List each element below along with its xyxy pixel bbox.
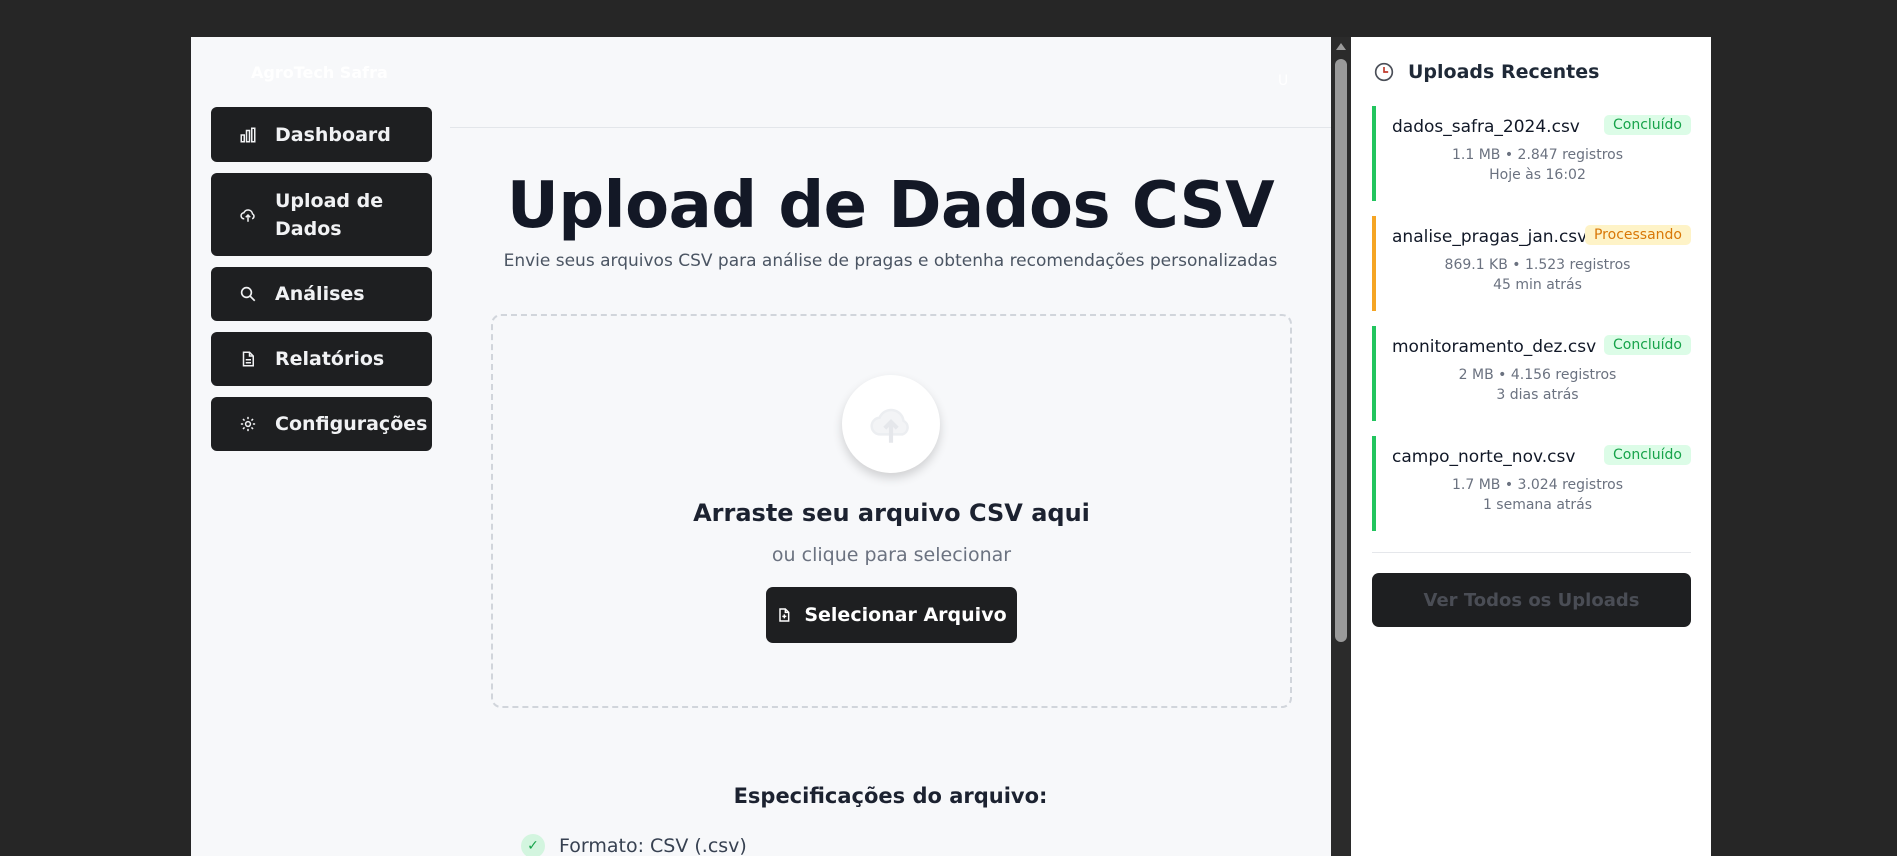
specs-title: Especificações do arquivo: (733, 784, 1048, 808)
header-divider (450, 127, 1331, 128)
upload-time: 45 min atrás (1493, 277, 1582, 293)
sidebar-item-analises[interactable]: Análises (211, 267, 432, 321)
upload-filename: analise_pragas_jan.csv (1392, 227, 1588, 247)
scroll-up-arrow-icon[interactable] (1336, 43, 1346, 50)
upload-filename: campo_norte_nov.csv (1392, 447, 1576, 467)
upload-size-records: 1.7 MB • 3.024 registros (1451, 477, 1623, 493)
upload-meta: 1.1 MB • 2.847 registros Hoje às 16:02 (1380, 145, 1695, 185)
sidebar-item-dashboard[interactable]: Dashboard (211, 107, 432, 162)
upload-time: Hoje às 16:02 (1489, 167, 1586, 183)
upload-meta: 2 MB • 4.156 registros 3 dias atrás (1380, 365, 1695, 405)
bar-chart-icon (237, 124, 259, 146)
spec-item-text: Formato: CSV (.csv) (559, 835, 747, 856)
upload-item[interactable]: analise_pragas_jan.csv Processando 869.1… (1372, 216, 1691, 311)
page-subtitle: Envie seus arquivos CSV para análise de … (503, 251, 1278, 271)
upload-item[interactable]: dados_safra_2024.csv Concluído 1.1 MB • … (1372, 106, 1691, 201)
spec-item: ✓ Formato: CSV (.csv) (521, 834, 747, 856)
upload-size-records: 2 MB • 4.156 registros (1458, 367, 1617, 383)
sidebar-nav: Dashboard Upload de Dados Análises Relat… (211, 107, 432, 462)
sidebar-item-configuracoes[interactable]: Configurações (211, 397, 432, 451)
sidebar-item-label: Upload de Dados (275, 189, 384, 240)
app-window: AgroTech Safra U Dashboard Upload de Dad… (191, 37, 1331, 856)
sidebar-item-relatorios[interactable]: Relatórios (211, 332, 432, 386)
sidebar-item-label: Configurações (275, 413, 428, 435)
sidebar-item-label: Análises (275, 283, 365, 305)
upload-meta: 869.1 KB • 1.523 registros 45 min atrás (1380, 255, 1695, 295)
cloud-upload-icon (237, 204, 259, 226)
file-plus-icon (776, 606, 792, 624)
user-avatar[interactable]: U (1278, 73, 1288, 89)
sidebar-item-label: Relatórios (275, 348, 385, 370)
recent-uploads-panel: Uploads Recentes dados_safra_2024.csv Co… (1351, 37, 1711, 856)
view-all-uploads-button[interactable]: Ver Todos os Uploads (1372, 573, 1691, 627)
page-title: Upload de Dados CSV (506, 169, 1275, 243)
search-icon (237, 283, 259, 305)
upload-filename: monitoramento_dez.csv (1392, 337, 1597, 357)
upload-time: 1 semana atrás (1482, 497, 1593, 513)
upload-item[interactable]: monitoramento_dez.csv Concluído 2 MB • 4… (1372, 326, 1691, 421)
select-file-button[interactable]: Selecionar Arquivo (766, 587, 1017, 643)
clock-icon (1374, 62, 1394, 82)
status-badge: Concluído (1603, 445, 1691, 465)
panel-title: Uploads Recentes (1408, 61, 1600, 83)
brand-name: AgroTech Safra (251, 63, 388, 82)
upload-meta: 1.7 MB • 3.024 registros 1 semana atrás (1380, 475, 1695, 515)
document-icon (237, 348, 259, 370)
gear-icon (237, 413, 259, 435)
sidebar-item-label: Dashboard (275, 123, 391, 146)
dropzone-hint: ou clique para selecionar (771, 544, 1012, 566)
panel-divider (1372, 552, 1691, 553)
upload-filename: dados_safra_2024.csv (1392, 117, 1580, 137)
dropzone-title: Arraste seu arquivo CSV aqui (693, 499, 1090, 527)
main-scrollbar[interactable] (1331, 37, 1351, 856)
file-dropzone[interactable]: Arraste seu arquivo CSV aqui ou clique p… (491, 314, 1292, 708)
panel-header: Uploads Recentes (1374, 61, 1599, 83)
status-badge: Concluído (1603, 115, 1691, 135)
upload-item[interactable]: campo_norte_nov.csv Concluído 1.7 MB • 3… (1372, 436, 1691, 531)
upload-time: 3 dias atrás (1496, 387, 1579, 403)
scrollbar-thumb[interactable] (1335, 59, 1347, 642)
upload-size-records: 869.1 KB • 1.523 registros (1444, 257, 1631, 273)
select-file-label: Selecionar Arquivo (804, 604, 1007, 626)
cloud-upload-icon (842, 375, 940, 473)
status-badge: Concluído (1603, 335, 1691, 355)
upload-size-records: 1.1 MB • 2.847 registros (1451, 147, 1623, 163)
sidebar-item-upload[interactable]: Upload de Dados (211, 173, 432, 256)
check-icon: ✓ (521, 834, 545, 856)
status-badge: Processando (1584, 225, 1691, 245)
